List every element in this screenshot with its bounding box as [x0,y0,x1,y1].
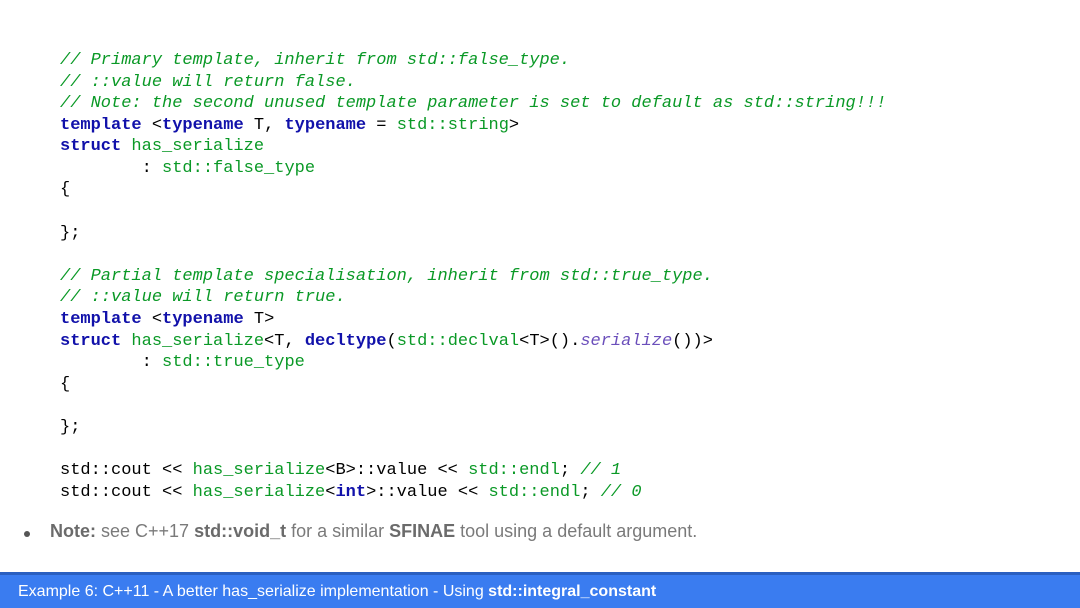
code-text: ( [386,332,396,351]
code-block: // Primary template, inherit from std::f… [0,0,1080,503]
code-text: < [325,483,335,502]
code-text: : [60,159,162,178]
note-segment: for a similar [286,521,389,541]
kw-struct: struct [60,332,121,351]
code-text: T [244,116,264,135]
code-text: std::cout << [60,461,193,480]
kw-struct: struct [60,137,121,156]
has-serialize: has_serialize [193,483,326,502]
code-text: T [244,310,264,329]
code-text: , [264,116,284,135]
code-comment: // 1 [580,461,621,480]
code-text: < [142,116,162,135]
note-bold: std::void_t [194,521,286,541]
has-serialize: has_serialize [121,137,264,156]
code-text: { [60,375,70,394]
note-text: Note: see C++17 std::void_t for a simila… [50,521,697,542]
code-text: (). [550,332,581,351]
code-text: T [274,332,284,351]
code-text: = [366,116,397,135]
std-string: std::string [397,116,509,135]
code-text: , [284,332,304,351]
kw-int: int [335,483,366,502]
code-comment: // Primary template, inherit from std::f… [60,51,570,70]
code-comment: // 0 [601,483,642,502]
footer-text: Example 6: C++11 - A better has_serializ… [18,583,484,601]
code-text: < [142,310,162,329]
std-true-type: std::true_type [162,353,305,372]
bullet-icon [24,531,30,537]
code-text: > [509,116,519,135]
has-serialize: has_serialize [193,461,326,480]
std-endl: std::endl [488,483,580,502]
code-comment: // Note: the second unused template para… [60,94,886,113]
note-prefix: Note: [50,521,96,541]
kw-typename: typename [162,310,244,329]
note-bold: SFINAE [389,521,455,541]
code-text: }; [60,224,80,243]
code-text: std::cout << [60,483,193,502]
code-text: ; [580,483,600,502]
footer-bar: Example 6: C++11 - A better has_serializ… [0,572,1080,608]
has-serialize: has_serialize [121,332,264,351]
code-comment: // Partial template specialisation, inhe… [60,267,713,286]
code-text: : [60,353,162,372]
code-text: > [540,332,550,351]
code-comment: // ::value will return true. [60,288,346,307]
code-text: T [529,332,539,351]
serialize-call: serialize [580,332,672,351]
kw-typename: typename [284,116,366,135]
kw-decltype: decltype [305,332,387,351]
code-text: ; [560,461,580,480]
code-text: < [264,332,274,351]
note-segment: tool using a default argument. [455,521,697,541]
std-false-type: std::false_type [162,159,315,178]
std-endl: std::endl [468,461,560,480]
code-text: >::value << [366,483,488,502]
code-text: { [60,180,70,199]
footer-bold: std::integral_constant [488,583,656,601]
kw-template: template [60,310,142,329]
code-text: < [519,332,529,351]
kw-template: template [60,116,142,135]
code-text: <B>::value << [325,461,468,480]
code-text: > [264,310,274,329]
kw-typename: typename [162,116,244,135]
note-line: Note: see C++17 std::void_t for a simila… [0,503,1080,542]
code-text: }; [60,418,80,437]
code-text: ())> [672,332,713,351]
std-declval: std::declval [397,332,519,351]
code-comment: // ::value will return false. [60,73,356,92]
note-segment: see C++17 [96,521,194,541]
